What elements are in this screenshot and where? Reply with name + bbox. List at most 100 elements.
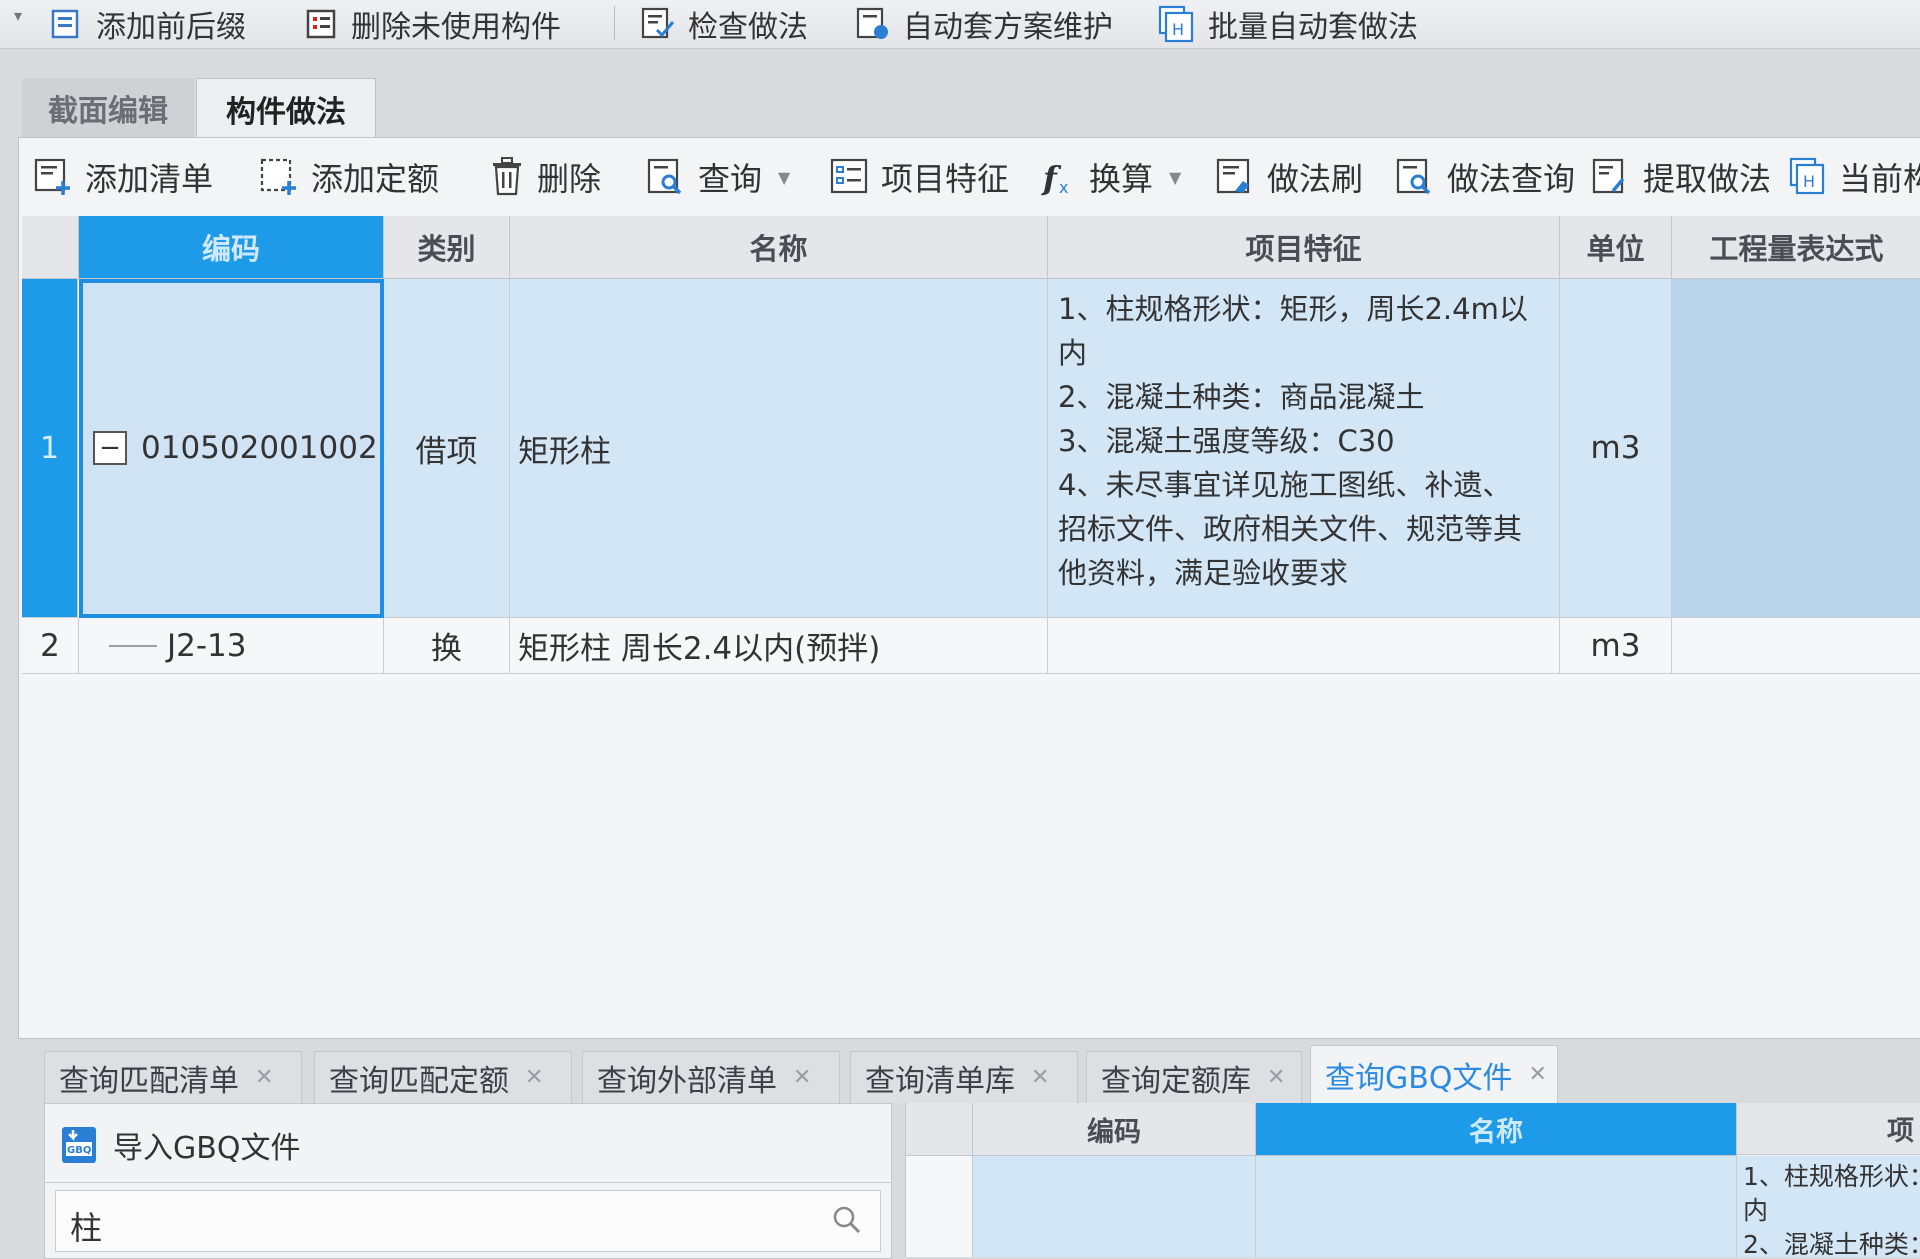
tab-query-external-list[interactable]: 查询外部清单 ✕ [582, 1051, 840, 1103]
col-header-unit[interactable]: 单位 [1560, 216, 1672, 279]
top-toolbar: ▾ 添加前后缀 删除未使用构件 检查做法 自动套方案维护 H 批量自动套做法 [0, 0, 1920, 49]
import-gbq-button[interactable]: GBQ 导入GBQ文件 [59, 1118, 300, 1172]
current-component-label: 当前构 [1839, 160, 1920, 198]
add-quota-button[interactable]: 添加定额 [259, 154, 439, 200]
tab-component-method-label: 构件做法 [226, 95, 346, 130]
features-cell[interactable] [1048, 618, 1560, 674]
delete-label: 删除 [537, 160, 602, 198]
method-toolbar: 添加清单 添加定额 删除 查询 ▼ 项目特征 f x 换算 ▼ 做法刷 做法查询… [19, 138, 1920, 216]
quantity-expr-cell[interactable] [1672, 279, 1920, 618]
tab-query-list-library-label: 查询清单库 [865, 1063, 1015, 1099]
add-prefix-label: 添加前后缀 [96, 10, 246, 45]
feature-line: 内 [1058, 336, 1088, 370]
tab-query-match-list-label: 查询匹配清单 [59, 1063, 239, 1099]
item-feature-button[interactable]: 项目特征 [829, 154, 1009, 200]
conversion-dropdown-arrow[interactable]: ▼ [1169, 168, 1181, 187]
check-method-label: 检查做法 [688, 10, 808, 45]
col-header-unit-label: 单位 [1586, 232, 1645, 266]
import-gbq-label: 导入GBQ文件 [113, 1131, 301, 1166]
extract-method-button[interactable]: 提取做法 [1591, 154, 1771, 200]
query-dropdown-arrow[interactable]: ▼ [778, 168, 790, 187]
col-header-quantity-expr[interactable]: 工程量表达式 [1672, 216, 1920, 279]
result-col-header-feature-label: 项 [1887, 1116, 1914, 1147]
tab-section-edit[interactable]: 截面编辑 [22, 78, 194, 138]
close-icon[interactable]: ✕ [793, 1065, 811, 1090]
current-component-button[interactable]: H 当前构 [1789, 154, 1920, 200]
search-icon[interactable] [832, 1205, 862, 1235]
result-col-header-name[interactable]: 名称 [1256, 1103, 1737, 1156]
conversion-label: 换算 [1089, 160, 1154, 198]
category-cell[interactable]: 借项 [384, 279, 510, 618]
row-number[interactable]: 1 [22, 279, 78, 618]
code-cell[interactable]: J2-13 [79, 618, 384, 674]
function-icon: fx [1041, 157, 1077, 197]
col-header-category[interactable]: 类别 [384, 216, 510, 279]
toolbar-overflow-arrow[interactable]: ▾ [14, 6, 22, 25]
panel-divider [45, 1182, 891, 1183]
add-list-button[interactable]: 添加清单 [33, 154, 213, 200]
quantity-expr-cell[interactable] [1672, 618, 1920, 674]
tab-query-quota-library-label: 查询定额库 [1101, 1063, 1251, 1099]
result-feature-cell[interactable]: 1、柱规格形状： 内 2、混凝土种类： [1737, 1156, 1920, 1257]
tab-query-gbq-file[interactable]: 查询GBQ文件 ✕ [1310, 1045, 1558, 1103]
tree-connector [109, 644, 157, 647]
row-number[interactable]: 2 [22, 618, 79, 674]
col-header-name[interactable]: 名称 [510, 216, 1048, 279]
item-feature-label: 项目特征 [881, 160, 1010, 198]
delete-button[interactable]: 删除 [489, 154, 601, 200]
col-header-features-label: 项目特征 [1245, 232, 1362, 266]
result-row-number[interactable] [906, 1156, 973, 1257]
result-code-cell[interactable] [973, 1156, 1256, 1257]
tab-query-quota-library[interactable]: 查询定额库 ✕ [1086, 1051, 1302, 1103]
tab-query-match-list[interactable]: 查询匹配清单 ✕ [44, 1051, 302, 1103]
feature-icon [829, 157, 869, 197]
features-cell[interactable]: 1、柱规格形状：矩形，周长2.4m以 内 2、混凝土种类：商品混凝土 3、混凝土… [1048, 279, 1560, 618]
auto-scheme-button[interactable]: 自动套方案维护 [855, 0, 1113, 48]
result-col-header-code[interactable]: 编码 [973, 1103, 1256, 1156]
close-icon[interactable]: ✕ [1528, 1062, 1546, 1087]
check-method-button[interactable]: 检查做法 [640, 0, 808, 48]
col-header-features[interactable]: 项目特征 [1048, 216, 1560, 279]
category-cell[interactable]: 换 [384, 618, 510, 674]
query-icon [646, 157, 686, 197]
add-prefix-button[interactable]: 添加前后缀 [50, 0, 246, 48]
close-icon[interactable]: ✕ [525, 1065, 543, 1090]
unit-cell[interactable]: m3 [1560, 618, 1672, 674]
feature-line: 2、混凝土种类：商品混凝土 [1058, 380, 1425, 414]
gbq-search-input[interactable]: 柱 [55, 1190, 881, 1252]
code-cell[interactable]: − 010502001002 [79, 279, 384, 618]
name-value: 矩形柱 周长2.4以内(预拌) [518, 631, 881, 667]
add-list-icon [33, 157, 73, 197]
batch-auto-button[interactable]: H 批量自动套做法 [1158, 0, 1418, 48]
query-button[interactable]: 查询 ▼ [646, 154, 790, 200]
extract-method-icon [1591, 157, 1631, 197]
method-query-button[interactable]: 做法查询 [1395, 154, 1575, 200]
conversion-button[interactable]: fx 换算 ▼ [1041, 154, 1181, 200]
name-cell[interactable]: 矩形柱 [510, 279, 1048, 618]
close-icon[interactable]: ✕ [1031, 1065, 1049, 1090]
delete-unused-label: 删除未使用构件 [351, 10, 561, 45]
tab-query-list-library[interactable]: 查询清单库 ✕ [850, 1051, 1078, 1103]
result-name-cell[interactable] [1256, 1156, 1737, 1257]
method-grid: 编码 类别 名称 项目特征 单位 工程量表达式 1 − 010502001002… [22, 216, 1920, 1026]
name-cell[interactable]: 矩形柱 周长2.4以内(预拌) [510, 618, 1048, 674]
row-number-label: 2 [40, 627, 60, 664]
collapse-toggle[interactable]: − [93, 431, 127, 465]
svg-text:H: H [1803, 172, 1815, 191]
tab-query-match-quota[interactable]: 查询匹配定额 ✕ [314, 1051, 572, 1103]
feature-line: 他资料，满足验收要求 [1058, 556, 1349, 590]
tab-component-method[interactable]: 构件做法 [196, 78, 376, 139]
close-icon[interactable]: ✕ [1267, 1065, 1285, 1090]
auto-scheme-icon [855, 6, 891, 42]
search-value: 柱 [70, 1209, 103, 1247]
method-brush-button[interactable]: 做法刷 [1215, 154, 1363, 200]
grid-corner-header [22, 216, 79, 279]
unit-cell[interactable]: m3 [1560, 279, 1672, 618]
col-header-code[interactable]: 编码 [79, 216, 384, 279]
close-icon[interactable]: ✕ [255, 1065, 273, 1090]
delete-unused-icon [305, 7, 339, 41]
result-col-header-feature[interactable]: 项 [1737, 1103, 1920, 1155]
delete-unused-button[interactable]: 删除未使用构件 [305, 0, 561, 48]
col-header-quantity-expr-label: 工程量表达式 [1709, 232, 1884, 266]
gbq-result-grid: 编码 名称 项 1、柱规格形状： 内 2、混凝土种类： [905, 1103, 1920, 1257]
